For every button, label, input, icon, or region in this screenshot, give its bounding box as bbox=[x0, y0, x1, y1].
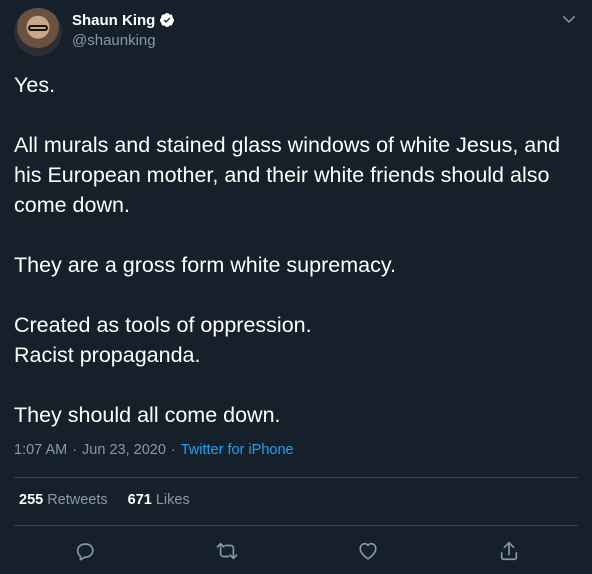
author-info[interactable]: Shaun King @shaunking bbox=[72, 10, 175, 49]
retweets-count: 255 bbox=[19, 492, 44, 508]
author-display-name[interactable]: Shaun King bbox=[72, 12, 155, 29]
tweet-stats: 255 Retweets 671 Likes bbox=[19, 492, 210, 508]
share-icon[interactable] bbox=[498, 540, 520, 562]
tweet-card: Shaun King @shaunking Yes. All murals an… bbox=[0, 0, 592, 574]
verified-badge-icon bbox=[159, 12, 175, 28]
tweet-time[interactable]: 1:07 AM bbox=[14, 442, 67, 458]
avatar-glasses bbox=[28, 25, 48, 31]
author-handle[interactable]: @shaunking bbox=[72, 32, 175, 49]
tweet-source-link[interactable]: Twitter for iPhone bbox=[181, 442, 294, 458]
tweet-meta: 1:07 AM · Jun 23, 2020 · Twitter for iPh… bbox=[14, 442, 294, 458]
reply-icon[interactable] bbox=[74, 540, 96, 562]
divider bbox=[14, 525, 578, 526]
heart-icon[interactable] bbox=[357, 540, 379, 562]
avatar[interactable] bbox=[14, 8, 62, 56]
retweets-label: Retweets bbox=[47, 492, 108, 508]
retweets-stat[interactable]: 255 Retweets bbox=[19, 492, 108, 508]
retweet-icon[interactable] bbox=[216, 540, 238, 562]
tweet-header: Shaun King @shaunking bbox=[14, 8, 578, 56]
tweet-actions bbox=[0, 536, 592, 566]
tweet-date[interactable]: Jun 23, 2020 bbox=[82, 442, 166, 458]
meta-separator: · bbox=[170, 442, 176, 458]
likes-label: Likes bbox=[155, 492, 190, 508]
likes-count: 671 bbox=[127, 492, 152, 508]
likes-stat[interactable]: 671 Likes bbox=[128, 492, 190, 508]
tweet-text: Yes. All murals and stained glass window… bbox=[14, 73, 561, 427]
chevron-down-icon[interactable] bbox=[560, 10, 578, 28]
meta-separator: · bbox=[72, 442, 78, 458]
divider bbox=[14, 477, 578, 478]
